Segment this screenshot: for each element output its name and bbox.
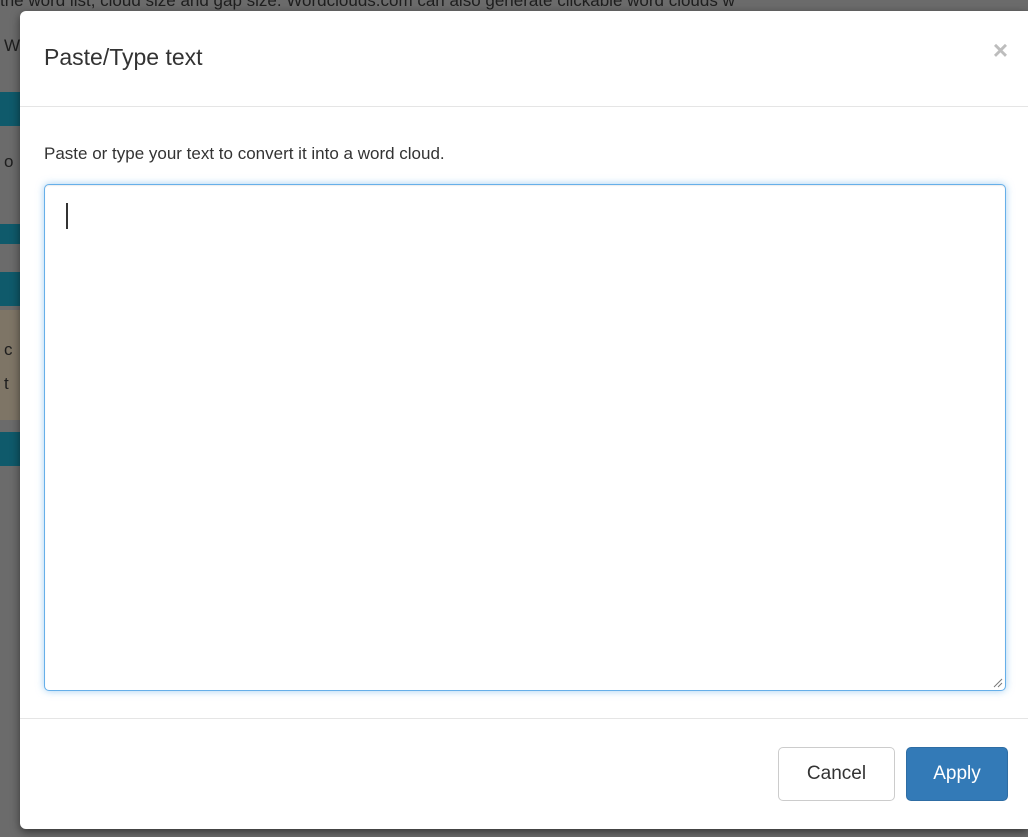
apply-button[interactable]: Apply [906,747,1008,801]
modal-title: Paste/Type text [44,44,203,70]
close-icon[interactable]: × [993,37,1008,63]
modal-instruction: Paste or type your text to convert it in… [44,144,445,163]
resize-grip-icon[interactable] [991,676,1003,688]
modal-footer: Cancel Apply [20,718,1028,830]
cancel-button[interactable]: Cancel [778,747,895,801]
background-edge-char: W [4,36,21,55]
background-page-text: the word list, cloud size and gap size. … [0,0,735,10]
background-edge-char: t [4,374,9,393]
paste-text-modal: Paste/Type text × Paste or type your tex… [20,11,1028,829]
background-edge-char: o [4,152,14,171]
text-caret [66,203,68,229]
modal-header: Paste/Type text × [20,11,1028,107]
text-input-area[interactable] [44,184,1006,691]
background-edge-char: c [4,340,13,359]
